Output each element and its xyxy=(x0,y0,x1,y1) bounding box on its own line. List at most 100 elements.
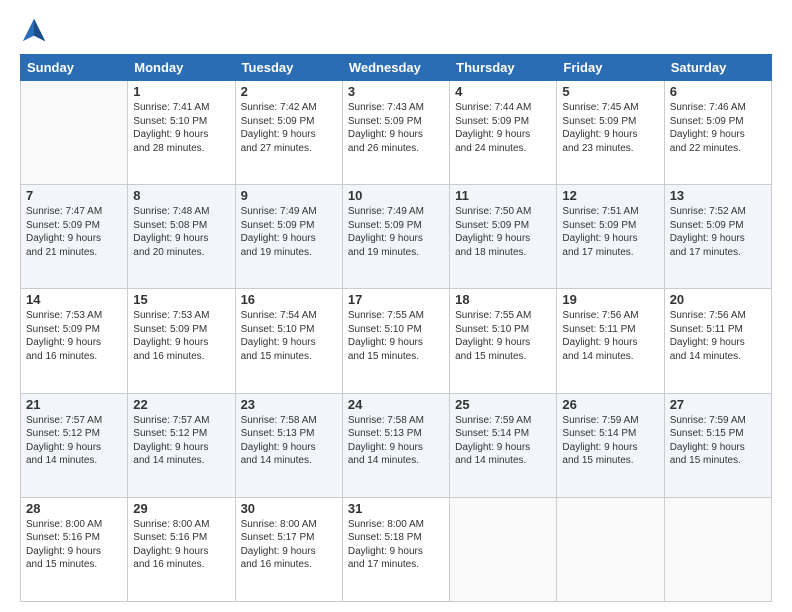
calendar-day-cell: 21Sunrise: 7:57 AM Sunset: 5:12 PM Dayli… xyxy=(21,393,128,497)
day-info: Sunrise: 8:00 AM Sunset: 5:16 PM Dayligh… xyxy=(26,518,122,572)
calendar-day-cell: 5Sunrise: 7:45 AM Sunset: 5:09 PM Daylig… xyxy=(557,81,664,185)
day-info: Sunrise: 7:53 AM Sunset: 5:09 PM Dayligh… xyxy=(133,309,229,363)
day-info: Sunrise: 7:56 AM Sunset: 5:11 PM Dayligh… xyxy=(670,309,766,363)
day-number: 19 xyxy=(562,292,658,307)
day-info: Sunrise: 7:53 AM Sunset: 5:09 PM Dayligh… xyxy=(26,309,122,363)
calendar-day-cell: 7 Sunrise: 7:47 AM Sunset: 5:09 PM Daylig… xyxy=(21,185,128,289)
day-number: 8 xyxy=(133,188,229,203)
day-info: Sunrise: 7:57 AM Sunset: 5:12 PM Dayligh… xyxy=(26,414,122,468)
day-info: Sunrise: 7:51 AM Sunset: 5:09 PM Dayligh… xyxy=(562,205,658,259)
calendar-day-cell xyxy=(557,497,664,601)
day-number: 17 xyxy=(348,292,444,307)
day-of-week-header: Friday xyxy=(557,55,664,81)
day-of-week-header: Monday xyxy=(128,55,235,81)
calendar-day-cell: 25 Sunrise: 7:59 AM Sunset: 5:14 PM Dayli… xyxy=(450,393,557,497)
calendar-week-row: 7 Sunrise: 7:47 AM Sunset: 5:09 PM Daylig… xyxy=(21,185,772,289)
day-number: 11 xyxy=(455,188,551,203)
calendar-day-cell: 24Sunrise: 7:58 AM Sunset: 5:13 PM Dayli… xyxy=(342,393,449,497)
day-of-week-header: Wednesday xyxy=(342,55,449,81)
day-number: 14 xyxy=(26,292,122,307)
day-number: 31 xyxy=(348,501,444,516)
day-number: 15 xyxy=(133,292,229,307)
day-info: Sunrise: 7:49 AM Sunset: 5:09 PM Dayligh… xyxy=(348,205,444,259)
day-info: Sunrise: 7:52 AM Sunset: 5:09 PM Dayligh… xyxy=(670,205,766,259)
calendar-day-cell: 16 Sunrise: 7:54 AM Sunset: 5:10 PM Dayli… xyxy=(235,289,342,393)
calendar-day-cell: 11 Sunrise: 7:50 AM Sunset: 5:09 PM Dayli… xyxy=(450,185,557,289)
day-number: 9 xyxy=(241,188,337,203)
day-number: 27 xyxy=(670,397,766,412)
calendar-day-cell: 10 Sunrise: 7:49 AM Sunset: 5:09 PM Dayli… xyxy=(342,185,449,289)
calendar-day-cell: 23 Sunrise: 7:58 AM Sunset: 5:13 PM Dayli… xyxy=(235,393,342,497)
calendar-day-cell: 27 Sunrise: 7:59 AM Sunset: 5:15 PM Dayli… xyxy=(664,393,771,497)
day-info: Sunrise: 7:55 AM Sunset: 5:10 PM Dayligh… xyxy=(455,309,551,363)
header xyxy=(20,16,772,44)
calendar-day-cell: 31 Sunrise: 8:00 AM Sunset: 5:18 PM Dayli… xyxy=(342,497,449,601)
day-number: 1 xyxy=(133,84,229,99)
calendar-day-cell: 14 Sunrise: 7:53 AM Sunset: 5:09 PM Dayli… xyxy=(21,289,128,393)
day-info: Sunrise: 7:47 AM Sunset: 5:09 PM Dayligh… xyxy=(26,205,122,259)
day-number: 25 xyxy=(455,397,551,412)
day-number: 2 xyxy=(241,84,337,99)
day-info: Sunrise: 7:59 AM Sunset: 5:14 PM Dayligh… xyxy=(455,414,551,468)
calendar-header-row: SundayMondayTuesdayWednesdayThursdayFrid… xyxy=(21,55,772,81)
day-info: Sunrise: 7:45 AM Sunset: 5:09 PM Dayligh… xyxy=(562,101,658,155)
day-info: Sunrise: 7:56 AM Sunset: 5:11 PM Dayligh… xyxy=(562,309,658,363)
calendar-day-cell: 17Sunrise: 7:55 AM Sunset: 5:10 PM Dayli… xyxy=(342,289,449,393)
day-info: Sunrise: 7:49 AM Sunset: 5:09 PM Dayligh… xyxy=(241,205,337,259)
calendar-day-cell: 8Sunrise: 7:48 AM Sunset: 5:08 PM Daylig… xyxy=(128,185,235,289)
day-info: Sunrise: 7:41 AM Sunset: 5:10 PM Dayligh… xyxy=(133,101,229,155)
calendar-day-cell: 1 Sunrise: 7:41 AM Sunset: 5:10 PM Daylig… xyxy=(128,81,235,185)
day-number: 12 xyxy=(562,188,658,203)
day-info: Sunrise: 8:00 AM Sunset: 5:17 PM Dayligh… xyxy=(241,518,337,572)
day-info: Sunrise: 7:50 AM Sunset: 5:09 PM Dayligh… xyxy=(455,205,551,259)
day-number: 10 xyxy=(348,188,444,203)
day-info: Sunrise: 7:59 AM Sunset: 5:14 PM Dayligh… xyxy=(562,414,658,468)
logo-icon xyxy=(20,16,48,44)
calendar-day-cell: 28 Sunrise: 8:00 AM Sunset: 5:16 PM Dayli… xyxy=(21,497,128,601)
day-info: Sunrise: 8:00 AM Sunset: 5:16 PM Dayligh… xyxy=(133,518,229,572)
calendar-week-row: 28 Sunrise: 8:00 AM Sunset: 5:16 PM Dayli… xyxy=(21,497,772,601)
day-number: 23 xyxy=(241,397,337,412)
day-info: Sunrise: 7:58 AM Sunset: 5:13 PM Dayligh… xyxy=(241,414,337,468)
calendar-day-cell: 15 Sunrise: 7:53 AM Sunset: 5:09 PM Dayli… xyxy=(128,289,235,393)
calendar-day-cell: 22Sunrise: 7:57 AM Sunset: 5:12 PM Dayli… xyxy=(128,393,235,497)
day-info: Sunrise: 7:46 AM Sunset: 5:09 PM Dayligh… xyxy=(670,101,766,155)
day-info: Sunrise: 7:58 AM Sunset: 5:13 PM Dayligh… xyxy=(348,414,444,468)
calendar-day-cell xyxy=(450,497,557,601)
day-number: 22 xyxy=(133,397,229,412)
day-number: 29 xyxy=(133,501,229,516)
calendar-table: SundayMondayTuesdayWednesdayThursdayFrid… xyxy=(20,54,772,602)
day-of-week-header: Sunday xyxy=(21,55,128,81)
day-info: Sunrise: 7:59 AM Sunset: 5:15 PM Dayligh… xyxy=(670,414,766,468)
logo xyxy=(20,16,50,44)
page-container: SundayMondayTuesdayWednesdayThursdayFrid… xyxy=(0,0,792,612)
day-number: 3 xyxy=(348,84,444,99)
calendar-day-cell xyxy=(664,497,771,601)
day-number: 30 xyxy=(241,501,337,516)
day-number: 26 xyxy=(562,397,658,412)
day-info: Sunrise: 7:43 AM Sunset: 5:09 PM Dayligh… xyxy=(348,101,444,155)
calendar-day-cell: 20Sunrise: 7:56 AM Sunset: 5:11 PM Dayli… xyxy=(664,289,771,393)
calendar-day-cell: 26 Sunrise: 7:59 AM Sunset: 5:14 PM Dayli… xyxy=(557,393,664,497)
day-info: Sunrise: 7:54 AM Sunset: 5:10 PM Dayligh… xyxy=(241,309,337,363)
day-number: 18 xyxy=(455,292,551,307)
calendar-day-cell: 12 Sunrise: 7:51 AM Sunset: 5:09 PM Dayli… xyxy=(557,185,664,289)
calendar-day-cell: 3 Sunrise: 7:43 AM Sunset: 5:09 PM Daylig… xyxy=(342,81,449,185)
day-number: 4 xyxy=(455,84,551,99)
calendar-week-row: 14 Sunrise: 7:53 AM Sunset: 5:09 PM Dayli… xyxy=(21,289,772,393)
calendar-day-cell: 30 Sunrise: 8:00 AM Sunset: 5:17 PM Dayli… xyxy=(235,497,342,601)
day-of-week-header: Saturday xyxy=(664,55,771,81)
calendar-week-row: 1 Sunrise: 7:41 AM Sunset: 5:10 PM Daylig… xyxy=(21,81,772,185)
day-of-week-header: Tuesday xyxy=(235,55,342,81)
day-number: 6 xyxy=(670,84,766,99)
day-info: Sunrise: 8:00 AM Sunset: 5:18 PM Dayligh… xyxy=(348,518,444,572)
calendar-day-cell: 13Sunrise: 7:52 AM Sunset: 5:09 PM Dayli… xyxy=(664,185,771,289)
day-number: 28 xyxy=(26,501,122,516)
calendar-day-cell: 29 Sunrise: 8:00 AM Sunset: 5:16 PM Dayli… xyxy=(128,497,235,601)
day-number: 16 xyxy=(241,292,337,307)
day-number: 7 xyxy=(26,188,122,203)
calendar-day-cell: 4Sunrise: 7:44 AM Sunset: 5:09 PM Daylig… xyxy=(450,81,557,185)
day-of-week-header: Thursday xyxy=(450,55,557,81)
calendar-day-cell: 18 Sunrise: 7:55 AM Sunset: 5:10 PM Dayli… xyxy=(450,289,557,393)
calendar-day-cell: 2Sunrise: 7:42 AM Sunset: 5:09 PM Daylig… xyxy=(235,81,342,185)
